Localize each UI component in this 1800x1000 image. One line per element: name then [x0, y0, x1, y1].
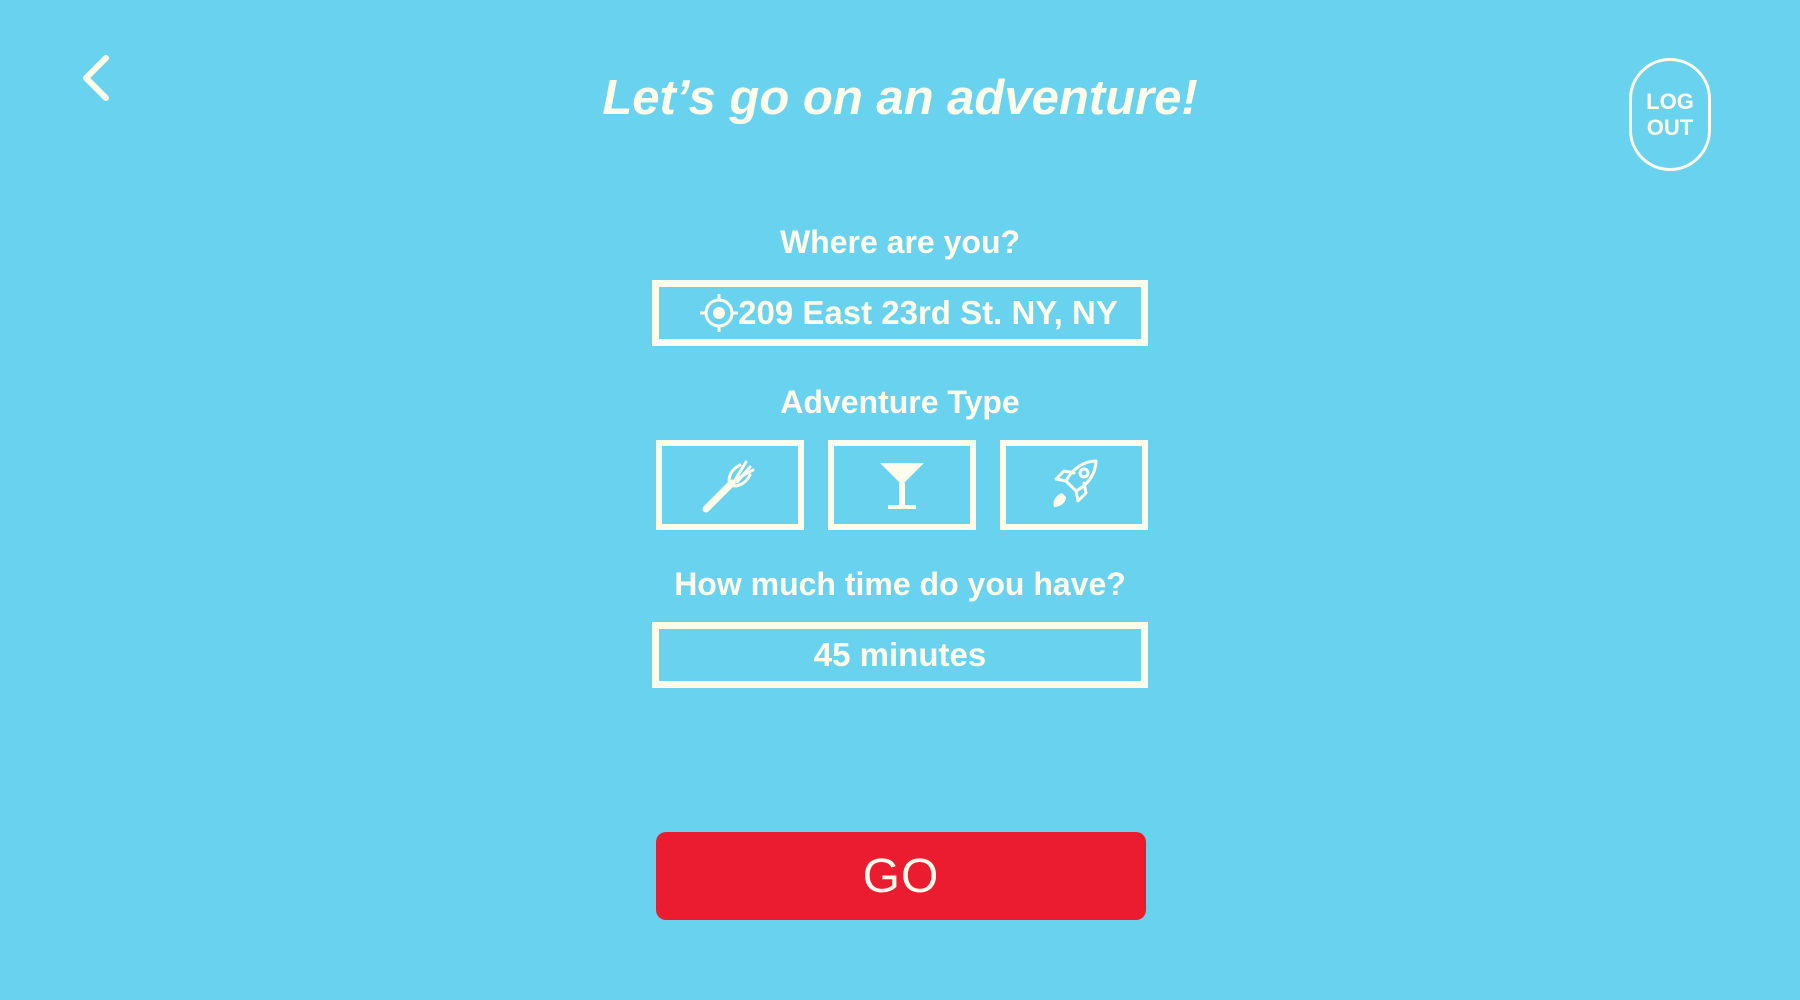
- adventure-type-food-button[interactable]: [656, 440, 804, 530]
- fork-icon: [702, 460, 755, 513]
- location-label: Where are you?: [779, 224, 1021, 260]
- time-value: 45 minutes: [813, 636, 987, 673]
- adventure-type-explore-button[interactable]: [1000, 440, 1148, 530]
- logout-label-line1: LOG: [1646, 88, 1694, 114]
- time-input[interactable]: 45 minutes: [652, 622, 1148, 688]
- adventure-type-label: Adventure Type: [780, 384, 1020, 420]
- location-input[interactable]: 209 East 23rd St. NY, NY: [652, 280, 1148, 346]
- rocket-icon: [1053, 459, 1098, 507]
- crosshair-location-icon[interactable]: [699, 293, 739, 333]
- go-button[interactable]: GO: [656, 832, 1146, 920]
- adventure-type-drinks-button[interactable]: [828, 440, 976, 530]
- time-label: How much time do you have?: [674, 566, 1126, 602]
- location-value: 209 East 23rd St. NY, NY: [738, 294, 1118, 331]
- adventure-screen: Let’s go on an adventure! LOG OUT Where …: [0, 0, 1800, 1000]
- martini-glass-icon: [880, 463, 924, 509]
- logout-label-line2: OUT: [1646, 114, 1694, 140]
- page-title: Let’s go on an adventure!: [602, 71, 1198, 125]
- logout-button[interactable]: LOG OUT: [1629, 58, 1711, 171]
